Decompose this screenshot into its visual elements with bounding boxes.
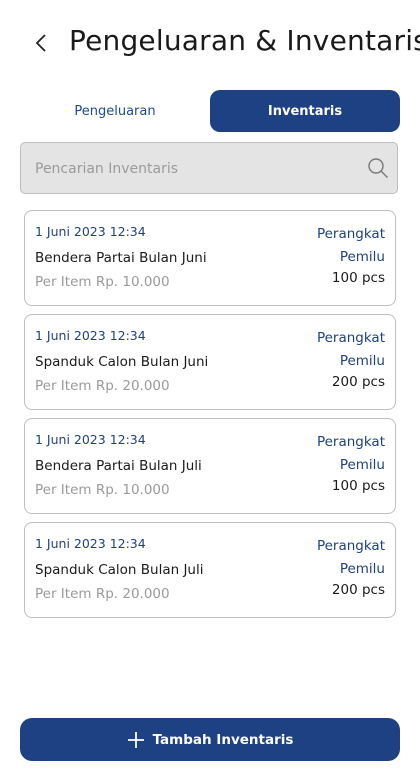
item-quantity: 200 pcs: [331, 374, 385, 390]
item-name: Bendera Partai Bulan Juli: [35, 458, 202, 474]
item-name: Spanduk Calon Bulan Juni: [35, 354, 209, 370]
item-quantity: 100 pcs: [331, 270, 385, 286]
search-input[interactable]: [33, 143, 357, 195]
tab-bar: Pengeluaran Inventaris: [20, 90, 400, 132]
add-inventory-button[interactable]: Tambah Inventaris: [20, 718, 400, 761]
inventory-card[interactable]: 1 Juni 2023 12:34 Bendera Partai Bulan J…: [24, 418, 396, 514]
item-category: Perangkat Pemilu: [295, 223, 385, 269]
item-category-line2: Pemilu: [339, 561, 385, 577]
inventory-list: 1 Juni 2023 12:34 Bendera Partai Bulan J…: [24, 210, 396, 626]
add-inventory-label: Tambah Inventaris: [152, 731, 294, 748]
back-button[interactable]: [30, 28, 52, 58]
item-category: Perangkat Pemilu: [295, 431, 385, 477]
item-price: Per Item Rp. 10.000: [35, 274, 170, 290]
inventory-card[interactable]: 1 Juni 2023 12:34 Bendera Partai Bulan J…: [24, 210, 396, 306]
item-quantity: 200 pcs: [331, 582, 385, 598]
item-category-line2: Pemilu: [339, 457, 385, 473]
page-title: Pengeluaran & Inventaris: [69, 24, 420, 57]
item-category: Perangkat Pemilu: [295, 327, 385, 373]
item-quantity: 100 pcs: [331, 478, 385, 494]
item-category-line1: Perangkat: [316, 434, 385, 450]
item-category-line1: Perangkat: [316, 226, 385, 242]
plus-icon: [127, 731, 144, 748]
item-date: 1 Juni 2023 12:34: [35, 536, 146, 551]
item-price: Per Item Rp. 20.000: [35, 586, 170, 602]
inventory-card[interactable]: 1 Juni 2023 12:34 Spanduk Calon Bulan Ju…: [24, 314, 396, 410]
item-category-line1: Perangkat: [316, 330, 385, 346]
item-price: Per Item Rp. 10.000: [35, 482, 170, 498]
chevron-left-icon: [35, 34, 46, 52]
tab-inventaris[interactable]: Inventaris: [210, 90, 400, 132]
search-bar: [20, 142, 398, 195]
item-category-line2: Pemilu: [339, 249, 385, 265]
search-icon[interactable]: [367, 157, 389, 179]
tab-pengeluaran[interactable]: Pengeluaran: [20, 90, 210, 132]
item-date: 1 Juni 2023 12:34: [35, 432, 146, 447]
app-header: Pengeluaran & Inventaris: [0, 22, 420, 66]
item-name: Spanduk Calon Bulan Juli: [35, 562, 204, 578]
item-category: Perangkat Pemilu: [295, 535, 385, 581]
inventory-card[interactable]: 1 Juni 2023 12:34 Spanduk Calon Bulan Ju…: [24, 522, 396, 618]
item-category-line2: Pemilu: [339, 353, 385, 369]
item-price: Per Item Rp. 20.000: [35, 378, 170, 394]
item-date: 1 Juni 2023 12:34: [35, 224, 146, 239]
item-name: Bendera Partai Bulan Juni: [35, 250, 207, 266]
item-date: 1 Juni 2023 12:34: [35, 328, 146, 343]
item-category-line1: Perangkat: [316, 538, 385, 554]
